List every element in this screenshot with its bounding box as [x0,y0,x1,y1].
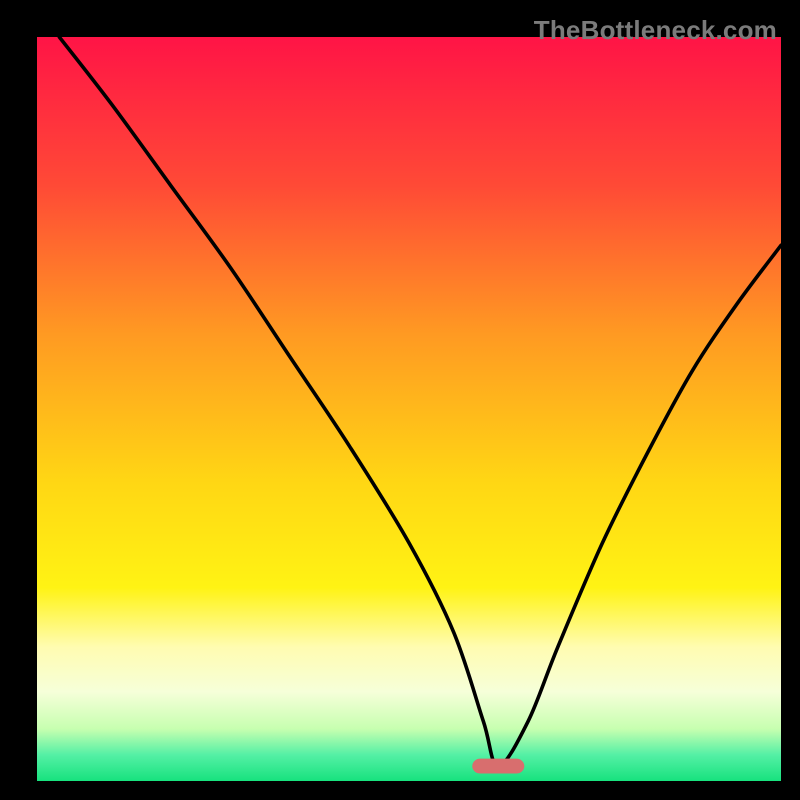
chart-plot-area [37,37,781,781]
chart-marker [472,759,524,774]
outer-frame: TheBottleneck.com [9,9,791,791]
chart-svg [37,37,781,781]
watermark-text: TheBottleneck.com [534,15,777,46]
